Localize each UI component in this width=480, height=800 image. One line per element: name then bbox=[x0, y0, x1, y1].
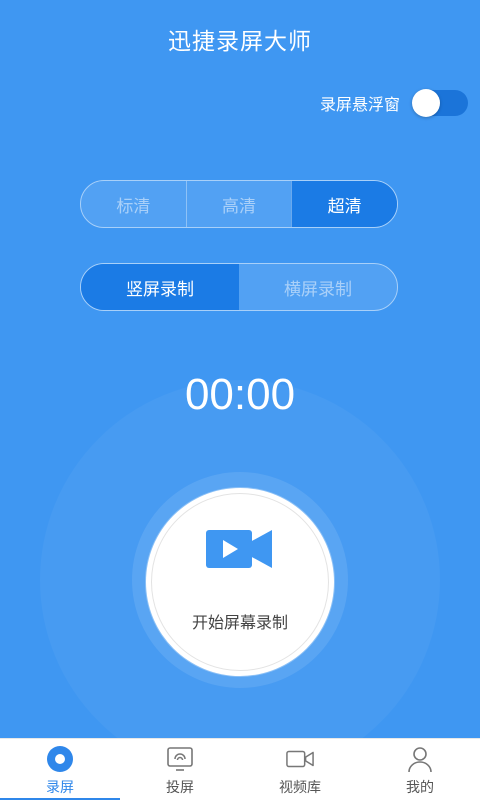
quality-selector: 标清 高清 超清 bbox=[80, 180, 398, 228]
tab-cast[interactable]: 投屏 bbox=[120, 739, 240, 800]
start-recording-label: 开始屏幕录制 bbox=[191, 613, 288, 632]
float-window-toggle[interactable] bbox=[412, 89, 468, 117]
float-window-label: 录屏悬浮窗 bbox=[319, 95, 400, 114]
tab-video-library[interactable]: 视频库 bbox=[240, 739, 360, 800]
record-timer: 00:00 bbox=[184, 370, 296, 419]
orientation-option-portrait[interactable]: 竖屏录制 bbox=[81, 264, 239, 310]
tab-record-label: 录屏 bbox=[46, 780, 74, 796]
float-window-row: 录屏悬浮窗 bbox=[319, 89, 468, 117]
video-camera-icon bbox=[206, 530, 272, 568]
quality-option-hd[interactable]: 高清 bbox=[185, 181, 292, 227]
tab-profile[interactable]: 我的 bbox=[360, 739, 480, 800]
record-icon bbox=[46, 745, 74, 773]
record-button-ring bbox=[151, 493, 329, 671]
quality-option-sd[interactable]: 标清 bbox=[81, 181, 186, 227]
app-title: 迅捷录屏大师 bbox=[168, 29, 312, 55]
orientation-option-landscape[interactable]: 横屏录制 bbox=[239, 264, 397, 310]
tab-profile-label: 我的 bbox=[406, 780, 434, 796]
profile-icon bbox=[406, 745, 434, 773]
toggle-knob bbox=[412, 89, 440, 117]
orientation-selector: 竖屏录制 横屏录制 bbox=[80, 263, 398, 311]
bottom-tab-bar: 录屏 投屏 视频库 我的 bbox=[0, 738, 480, 800]
tab-cast-label: 投屏 bbox=[166, 780, 194, 796]
record-screen: 迅捷录屏大师 录屏悬浮窗 标清 高清 超清 竖屏录制 横屏录制 00:00 开始… bbox=[0, 0, 480, 738]
quality-option-uhd[interactable]: 超清 bbox=[291, 181, 397, 227]
video-library-icon bbox=[286, 745, 314, 773]
tab-record[interactable]: 录屏 bbox=[0, 739, 120, 800]
start-recording-button[interactable]: 开始屏幕录制 bbox=[146, 488, 334, 676]
cast-screen-icon bbox=[166, 745, 194, 773]
tab-video-library-label: 视频库 bbox=[279, 780, 321, 796]
